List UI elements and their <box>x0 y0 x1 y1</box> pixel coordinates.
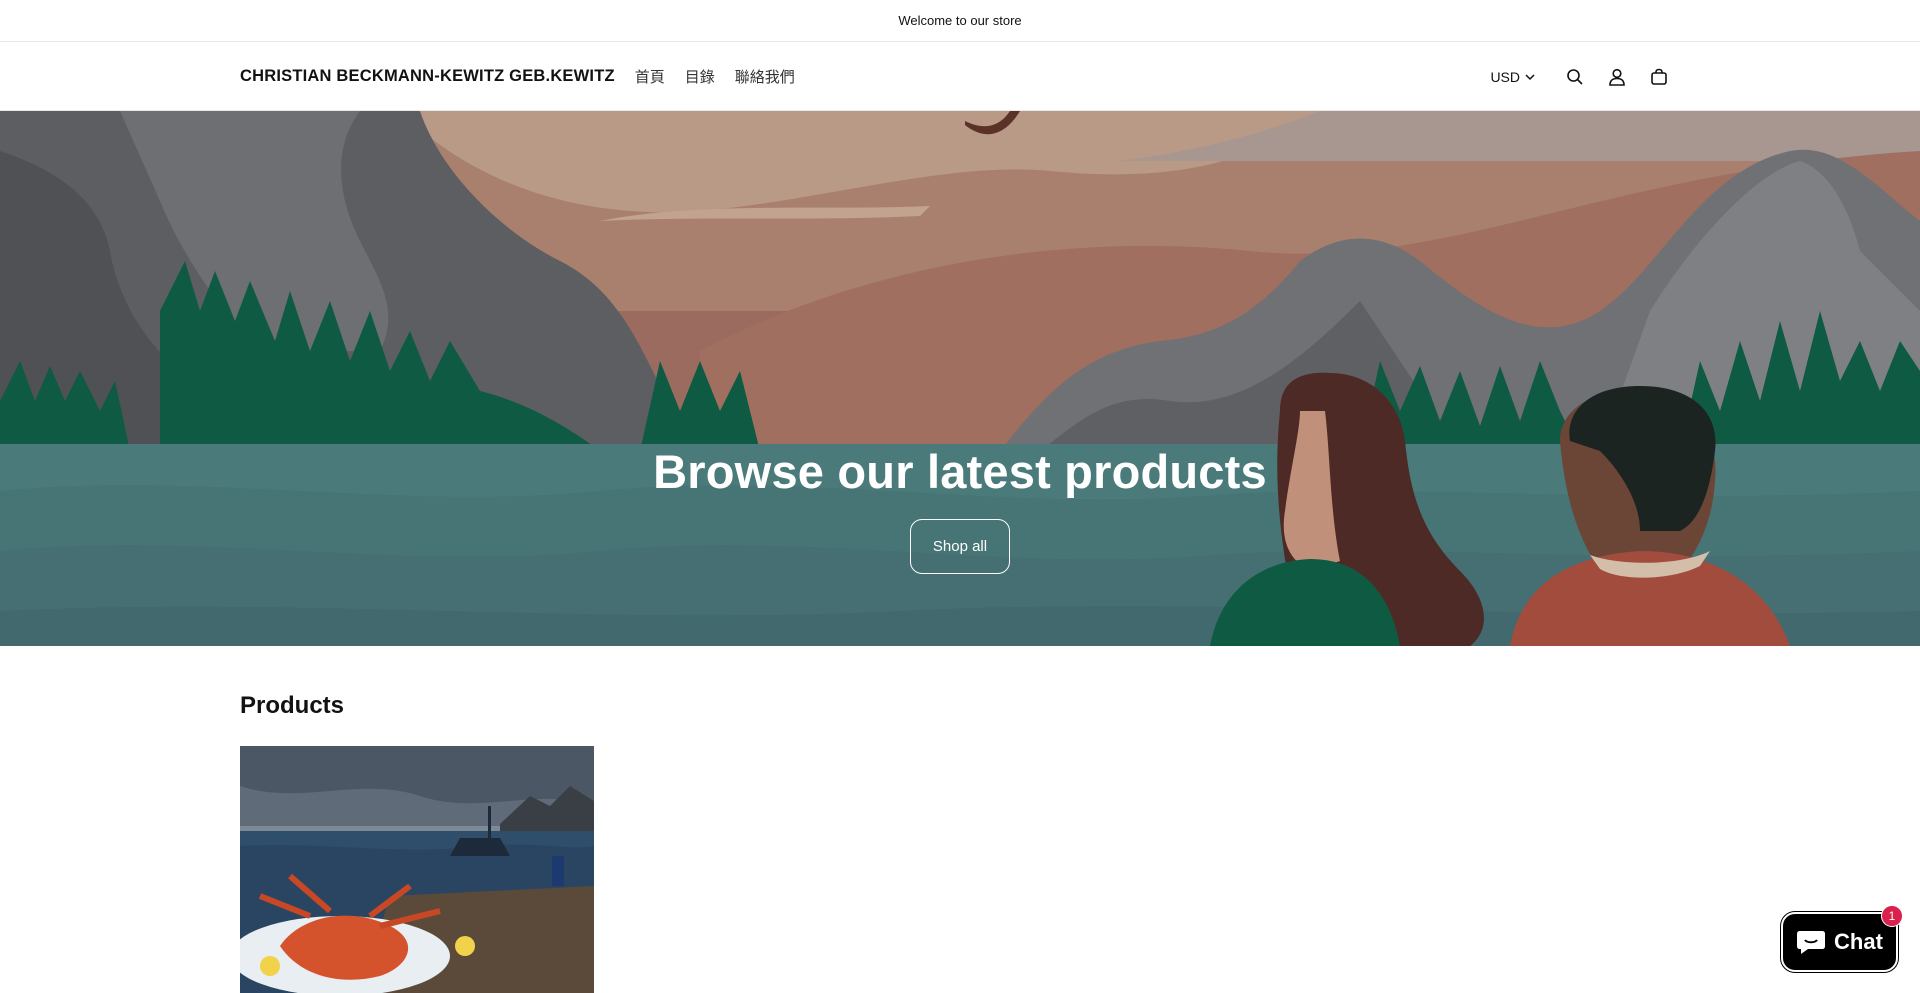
search-icon <box>1567 68 1583 85</box>
hero-title: Browse our latest products <box>653 445 1267 498</box>
products-heading: Products <box>240 692 345 719</box>
chevron-down-icon <box>1525 73 1535 80</box>
nav-item-home[interactable]: 首頁 <box>635 66 665 87</box>
announcement-text: Welcome to our store <box>898 13 1022 28</box>
product-card[interactable] <box>240 746 594 993</box>
account-icon <box>1609 68 1625 86</box>
chat-notification-badge: 1 <box>1881 905 1903 927</box>
store-logo[interactable]: CHRISTIAN BECKMANN-KEWITZ GEB.KEWITZ <box>240 67 615 86</box>
nav-item-contact[interactable]: 聯絡我們 <box>735 66 795 87</box>
nav-item-catalog[interactable]: 目錄 <box>685 66 715 87</box>
announcement-bar: Welcome to our store <box>0 0 1920 42</box>
chat-bubble-icon <box>1797 931 1826 954</box>
chat-label: Chat <box>1834 929 1883 954</box>
cart-icon <box>1651 68 1667 85</box>
cart-button[interactable] <box>1638 56 1680 98</box>
shop-all-button[interactable]: Shop all <box>910 519 1010 574</box>
currency-selector[interactable]: USD <box>1490 69 1536 85</box>
product-image <box>240 746 594 993</box>
account-button[interactable] <box>1596 56 1638 98</box>
chat-button[interactable]: Chat <box>1781 912 1898 972</box>
main-nav: 首頁 目錄 聯絡我們 <box>635 66 795 87</box>
currency-label: USD <box>1490 68 1520 85</box>
search-button[interactable] <box>1554 56 1596 98</box>
site-header: CHRISTIAN BECKMANN-KEWITZ GEB.KEWITZ 首頁 … <box>0 42 1920 111</box>
